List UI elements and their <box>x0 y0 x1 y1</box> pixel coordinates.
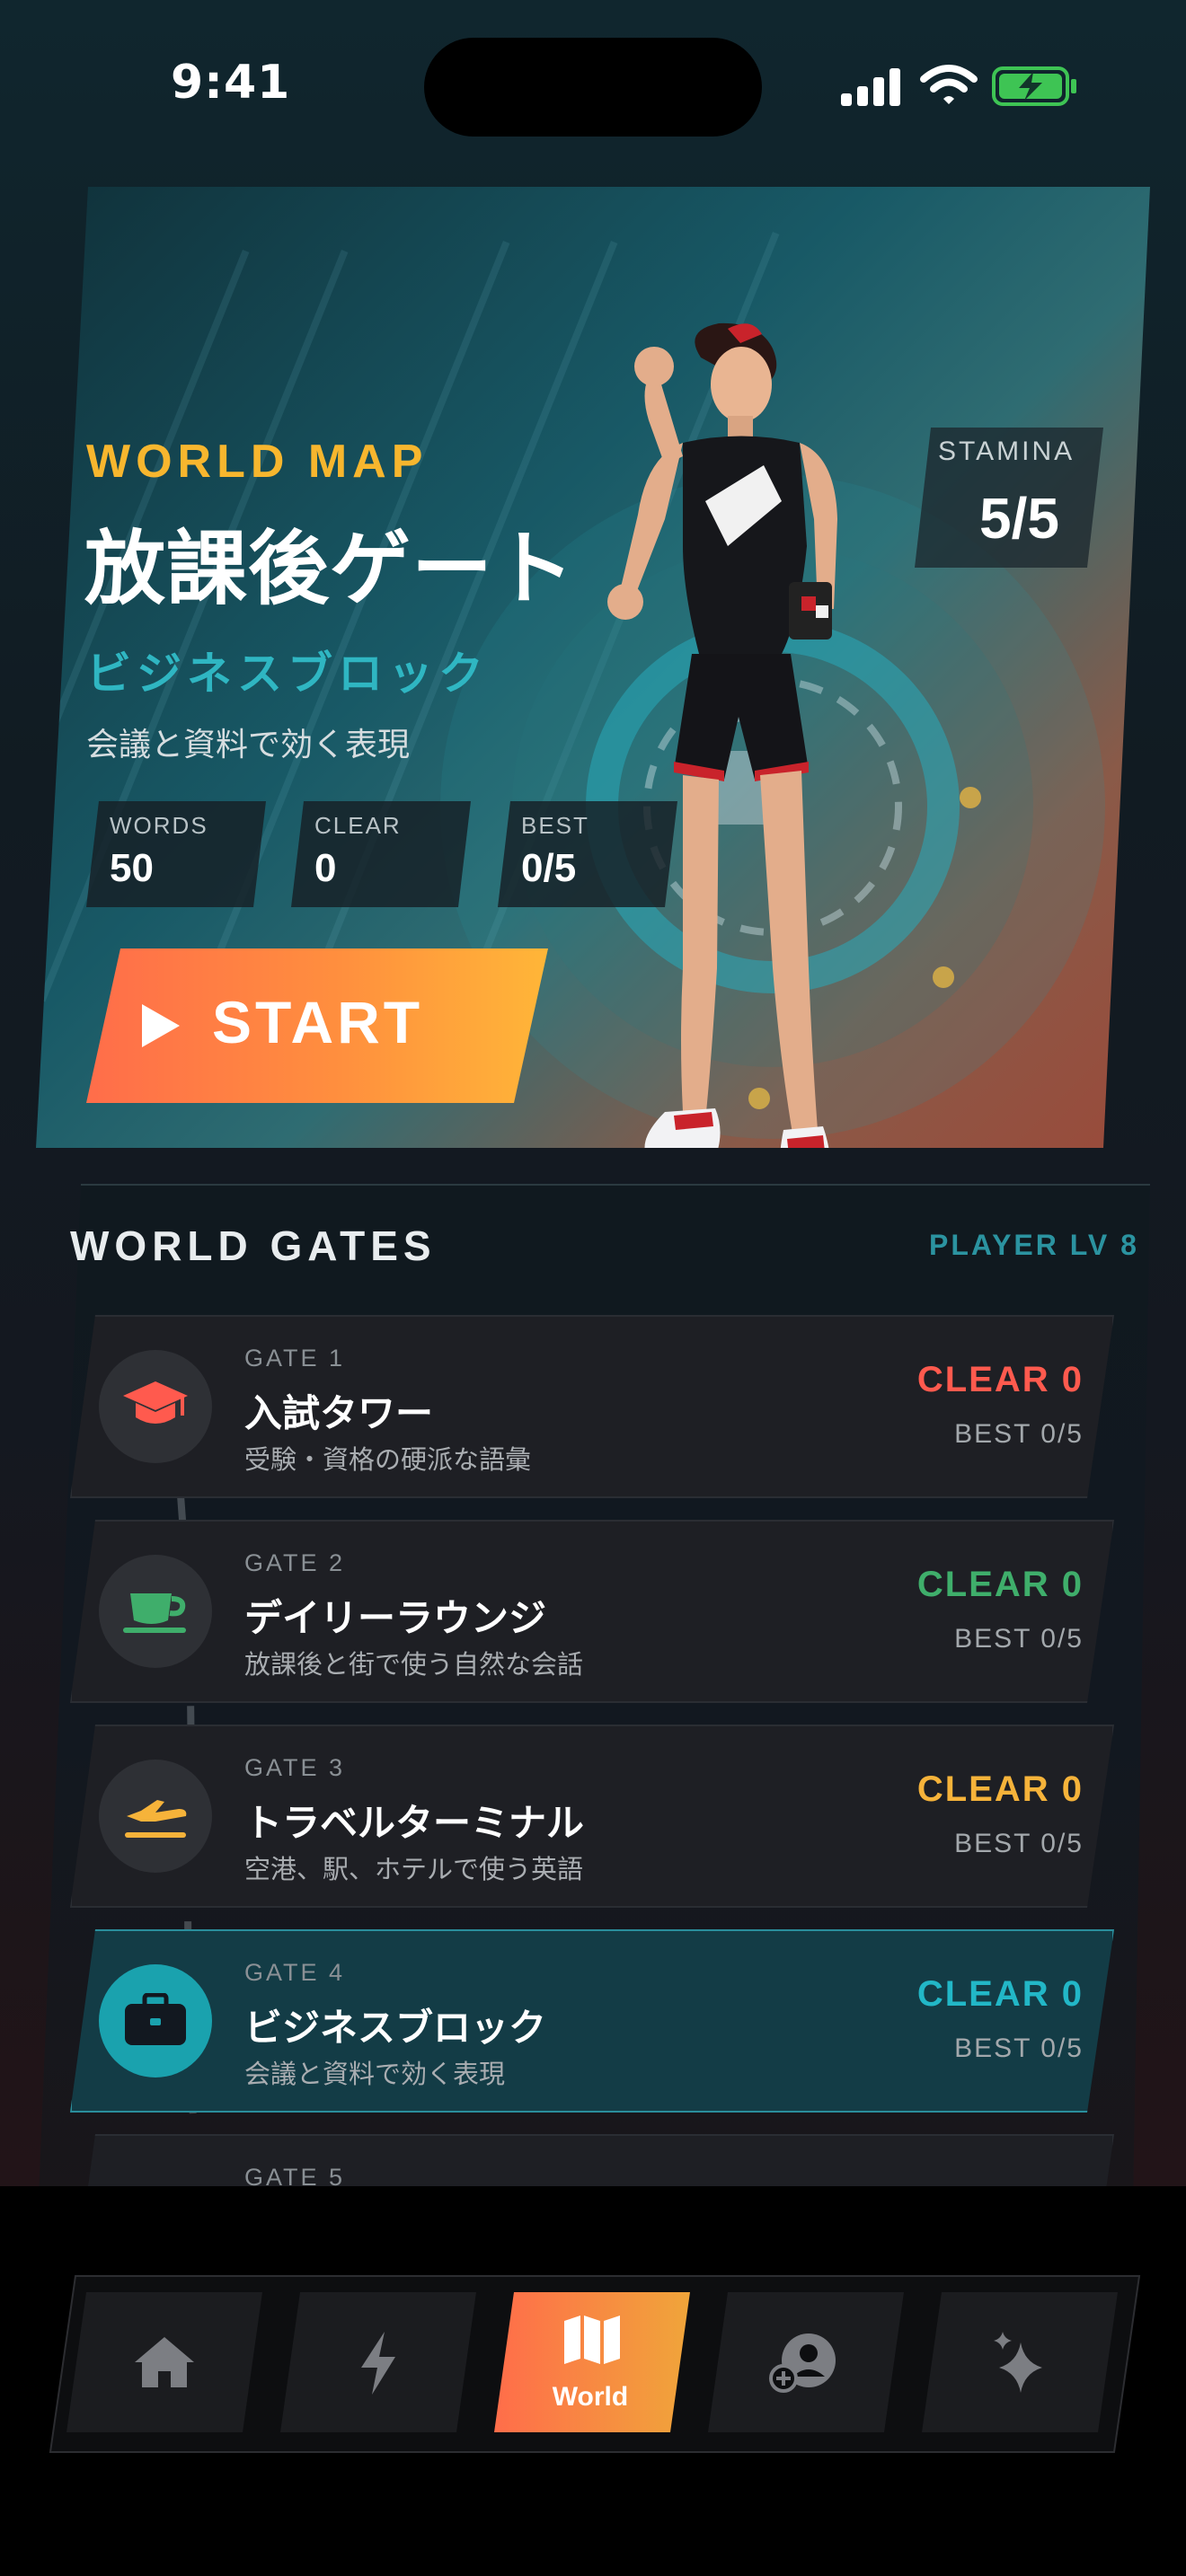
world-gates-title: WORLD GATES <box>70 1222 437 1269</box>
tab-world-label: World <box>552 2382 629 2412</box>
battery-charging-icon <box>992 66 1076 106</box>
player-level: PLAYER LV 8 <box>929 1229 1139 1261</box>
hero-description: 会議と資料で効く表現 <box>86 727 411 763</box>
home-icon <box>135 2337 194 2387</box>
gate-clear-count: CLEAR 0 <box>916 1565 1084 1604</box>
gate-number: GATE 1 <box>244 1345 346 1372</box>
gate-name: 入試タワー <box>244 1391 434 1435</box>
stat-words: WORDS 50 <box>86 801 266 907</box>
gate-icon-bg <box>99 1350 212 1463</box>
gate-card-1[interactable] <box>70 1315 1114 1498</box>
hero-title: 放課後ゲート <box>84 522 575 616</box>
gate-icon-bg <box>99 1964 212 2078</box>
coffee-cup-icon <box>123 1593 186 1633</box>
gate-name: デイリーラウンジ <box>244 1596 547 1640</box>
sparkle-icon <box>994 2332 1042 2393</box>
gate-name: ビジネスブロック <box>244 2006 547 2050</box>
gate-best-score: BEST 0/5 <box>954 1624 1084 1654</box>
gate-number: GATE 3 <box>244 1754 346 1781</box>
briefcase-icon <box>125 1993 186 2045</box>
athlete-character-illustration <box>607 322 837 1148</box>
gate-icon-bg <box>99 1555 212 1668</box>
hero-subtitle: ビジネスブロック <box>86 648 489 700</box>
stat-label: WORDS <box>110 812 208 839</box>
stat-label: BEST <box>521 812 589 839</box>
gate-description: 放課後と街で使う自然な会話 <box>244 1649 584 1680</box>
hero-kicker: WORLD MAP <box>86 436 429 488</box>
stat-value: 50 <box>110 846 154 890</box>
lightning-icon <box>361 2332 395 2395</box>
map-icon <box>564 2316 620 2364</box>
gate-number: GATE 4 <box>244 1959 346 1986</box>
graduation-cap-icon <box>123 1381 188 1424</box>
gate-icon-bg <box>99 1760 212 1873</box>
gate-name: トラベルターミナル <box>244 1801 585 1845</box>
gate-description: 会議と資料で効く表現 <box>244 2059 506 2089</box>
start-button-label: START <box>212 989 424 1055</box>
gate-clear-count: CLEAR 0 <box>916 1360 1084 1399</box>
gate-description: 受験・資格の硬派な語彙 <box>244 1444 532 1475</box>
gate-card-2[interactable] <box>70 1520 1114 1703</box>
status-time: 9:41 <box>171 56 291 110</box>
gate-number: GATE 2 <box>244 1549 346 1576</box>
airplane-icon <box>125 1800 187 1838</box>
cellular-signal-icon <box>841 68 900 106</box>
stat-clear: CLEAR 0 <box>291 801 471 907</box>
gate-card-4[interactable] <box>70 1929 1114 2113</box>
stat-value: 0/5 <box>521 846 577 890</box>
gate-clear-count: CLEAR 0 <box>916 1769 1084 1809</box>
gate-clear-count: CLEAR 0 <box>916 1974 1084 2014</box>
gate-card-3[interactable] <box>70 1725 1114 1908</box>
stamina-value: 5/5 <box>979 486 1059 551</box>
wifi-icon <box>920 65 978 104</box>
stat-value: 0 <box>314 846 337 890</box>
stat-best: BEST 0/5 <box>498 801 677 907</box>
dynamic-island <box>424 38 762 137</box>
stat-label: CLEAR <box>314 812 402 839</box>
gate-best-score: BEST 0/5 <box>954 2033 1084 2063</box>
gate-best-score: BEST 0/5 <box>954 1829 1084 1858</box>
play-icon <box>142 1004 180 1047</box>
add-user-icon <box>769 2333 836 2393</box>
stamina-label: STAMINA <box>938 437 1075 466</box>
gate-description: 空港、駅、ホテルで使う英語 <box>244 1854 584 1884</box>
gate-best-score: BEST 0/5 <box>954 1419 1084 1449</box>
